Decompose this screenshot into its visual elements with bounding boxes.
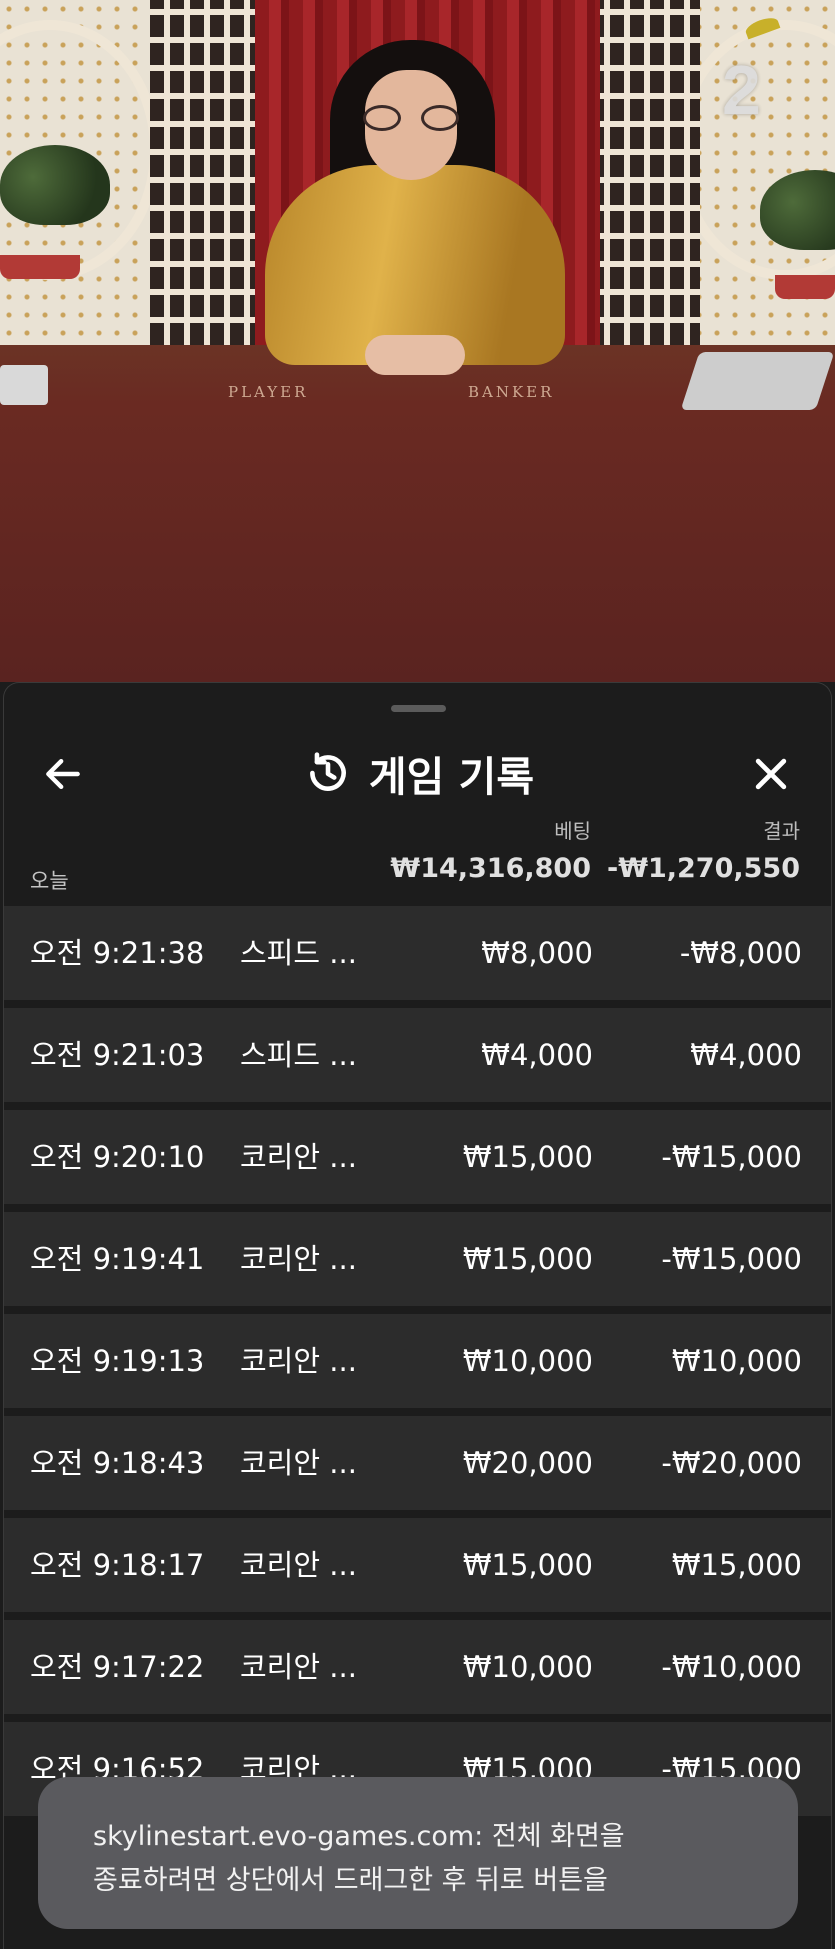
row-time: 오전 9:17:22 [30,1650,205,1684]
bonsai-pot-left [0,255,80,279]
row-bet: ₩8,000 [481,936,593,970]
game-history-sheet: 게임 기록 베팅 결과 오늘 ₩14,316,800 -₩1,270,550 오… [3,682,832,1949]
dealer-hands [365,335,465,375]
row-bet: ₩15,000 [462,1242,593,1276]
history-row[interactable]: 오전 9:18:17 코리안 ... ₩15,000 ₩15,000 [4,1518,831,1612]
close-icon [755,758,787,790]
row-game: 코리안 ... [240,1242,357,1276]
today-label: 오늘 [30,869,69,893]
row-game: 코리안 ... [240,1548,357,1582]
toast-line-2: 종료하려면 상단에서 드래그한 후 뒤로 버튼을 [93,1865,608,1896]
bonsai-pot-right [775,275,835,299]
row-result: -₩15,000 [661,1242,802,1276]
row-result: ₩15,000 [671,1548,802,1582]
today-result-total: -₩1,270,550 [606,853,800,884]
bonsai-left [0,145,110,225]
row-result: -₩15,000 [661,1140,802,1174]
row-result: -₩8,000 [679,936,802,970]
history-row[interactable]: 오전 9:17:22 코리안 ... ₩10,000 -₩10,000 [4,1620,831,1714]
toast-line-1: skylinestart.evo-games.com: 전체 화면을 [93,1821,625,1852]
card-shoe [680,352,835,410]
history-row[interactable]: 오전 9:19:13 코리안 ... ₩10,000 ₩10,000 [4,1314,831,1408]
fullscreen-toast: skylinestart.evo-games.com: 전체 화면을 종료하려면… [38,1777,798,1929]
history-list: 오전 9:21:38 스피드 ... ₩8,000 -₩8,000 오전 9:2… [4,906,831,1824]
row-bet: ₩15,000 [462,1140,593,1174]
history-row[interactable]: 오전 9:20:10 코리안 ... ₩15,000 -₩15,000 [4,1110,831,1204]
arrow-left-icon [46,758,80,790]
lattice-screen-right [590,0,700,345]
row-game: 코리안 ... [240,1140,357,1174]
round-number: 2 [722,51,761,129]
page-title: 게임 기록 [368,753,535,801]
history-row[interactable]: 오전 9:19:41 코리안 ... ₩15,000 -₩15,000 [4,1212,831,1306]
lattice-screen-left [150,0,260,345]
row-result: -₩10,000 [661,1650,802,1684]
row-bet: ₩4,000 [481,1038,593,1072]
row-bet: ₩10,000 [462,1344,593,1378]
row-game: 스피드 ... [240,1038,357,1072]
title-group: 게임 기록 [4,733,831,813]
row-bet: ₩15,000 [462,1548,593,1582]
row-game: 코리안 ... [240,1344,357,1378]
table-label-player: PLAYER [228,383,309,401]
history-row[interactable]: 오전 9:21:38 스피드 ... ₩8,000 -₩8,000 [4,906,831,1000]
row-result: ₩4,000 [690,1038,802,1072]
table-label-banker: BANKER [468,383,555,401]
history-row[interactable]: 오전 9:18:43 코리안 ... ₩20,000 -₩20,000 [4,1416,831,1510]
card-pile [0,365,48,405]
column-header-bet: 베팅 [554,819,591,843]
row-time: 오전 9:18:17 [30,1548,205,1582]
today-bet-total: ₩14,316,800 [390,853,591,884]
row-time: 오전 9:18:43 [30,1446,205,1480]
row-game: 코리안 ... [240,1446,357,1480]
row-bet: ₩10,000 [462,1650,593,1684]
row-time: 오전 9:19:13 [30,1344,205,1378]
row-time: 오전 9:21:38 [30,936,205,970]
sheet-header: 게임 기록 [4,733,831,813]
close-button[interactable] [744,747,798,801]
row-time: 오전 9:20:10 [30,1140,205,1174]
live-video: PLAYER BANKER 2 [0,0,835,682]
column-header-result: 결과 [763,819,800,843]
sheet-drag-handle[interactable] [391,705,446,712]
row-time: 오전 9:21:03 [30,1038,205,1072]
back-button[interactable] [36,747,90,801]
row-game: 스피드 ... [240,936,357,970]
history-icon [303,748,353,798]
row-result: -₩20,000 [661,1446,802,1480]
row-time: 오전 9:19:41 [30,1242,205,1276]
history-row[interactable]: 오전 9:21:03 스피드 ... ₩4,000 ₩4,000 [4,1008,831,1102]
row-result: ₩10,000 [671,1344,802,1378]
row-game: 코리안 ... [240,1650,357,1684]
row-bet: ₩20,000 [462,1446,593,1480]
dealer-glasses [363,105,459,131]
